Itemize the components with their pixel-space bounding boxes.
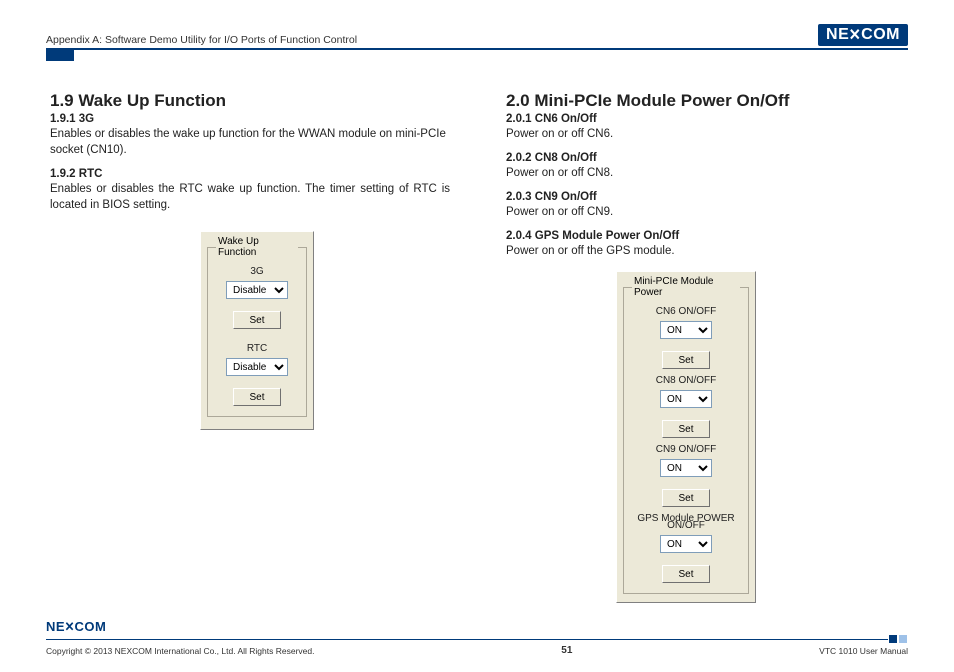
header-tab	[46, 49, 74, 61]
section-1-9-1-body: Enables or disables the wake up function…	[50, 126, 450, 158]
page-footer: NE✕COM Copyright © 2013 NEXCOM Internati…	[46, 619, 908, 656]
section-2-0-4-heading: 2.0.4 GPS Module Power On/Off	[506, 230, 906, 242]
section-2-0-heading: 2.0 Mini-PCIe Module Power On/Off	[506, 91, 906, 111]
cn8-select[interactable]: ON	[660, 390, 712, 408]
wake-3g-select[interactable]: Disable	[226, 281, 288, 299]
section-1-9-2-heading: 1.9.2 RTC	[50, 168, 450, 180]
wake-rtc-label: RTC	[216, 343, 298, 354]
section-2-0-3-heading: 2.0.3 CN9 On/Off	[506, 191, 906, 203]
section-2-0-1-heading: 2.0.1 CN6 On/Off	[506, 113, 906, 125]
pcie-power-panel: Mini-PCIe Module Power CN6 ON/OFF ON Set…	[616, 271, 756, 603]
cn9-select[interactable]: ON	[660, 459, 712, 477]
section-2-0-2-body: Power on or off CN8.	[506, 165, 906, 181]
footer-logo: NE✕COM	[46, 619, 908, 635]
wake-rtc-set-button[interactable]: Set	[233, 388, 281, 406]
wake-3g-label: 3G	[216, 266, 298, 277]
cn6-label: CN6 ON/OFF	[632, 306, 740, 317]
cn6-select[interactable]: ON	[660, 321, 712, 339]
nexcom-logo: NE✕COM	[818, 24, 908, 46]
wake-3g-set-button[interactable]: Set	[233, 311, 281, 329]
appendix-title: Appendix A: Software Demo Utility for I/…	[46, 34, 357, 46]
section-1-9-2-body: Enables or disables the RTC wake up func…	[50, 181, 450, 213]
footer-doc-title: VTC 1010 User Manual	[819, 646, 908, 656]
cn8-label: CN8 ON/OFF	[632, 375, 740, 386]
cn6-set-button[interactable]: Set	[662, 351, 710, 369]
gps-select[interactable]: ON	[660, 535, 712, 553]
wake-rtc-select[interactable]: Disable	[226, 358, 288, 376]
section-2-0-1-body: Power on or off CN6.	[506, 126, 906, 142]
cn9-label: CN9 ON/OFF	[632, 444, 740, 455]
wake-up-panel: Wake Up Function 3G Disable Set RTC Disa…	[200, 231, 314, 430]
gps-set-button[interactable]: Set	[662, 565, 710, 583]
section-2-0-3-body: Power on or off CN9.	[506, 204, 906, 220]
cn9-set-button[interactable]: Set	[662, 489, 710, 507]
section-2-0-2-heading: 2.0.2 CN8 On/Off	[506, 152, 906, 164]
page-number: 51	[561, 645, 572, 656]
pcie-legend: Mini-PCIe Module Power	[632, 276, 740, 298]
section-2-0-4-body: Power on or off the GPS module.	[506, 243, 906, 259]
cn8-set-button[interactable]: Set	[662, 420, 710, 438]
section-1-9-1-heading: 1.9.1 3G	[50, 113, 450, 125]
footer-copyright: Copyright © 2013 NEXCOM International Co…	[46, 646, 314, 656]
section-1-9-heading: 1.9 Wake Up Function	[50, 91, 450, 111]
wake-up-legend: Wake Up Function	[216, 236, 298, 258]
header-rule	[46, 48, 908, 50]
